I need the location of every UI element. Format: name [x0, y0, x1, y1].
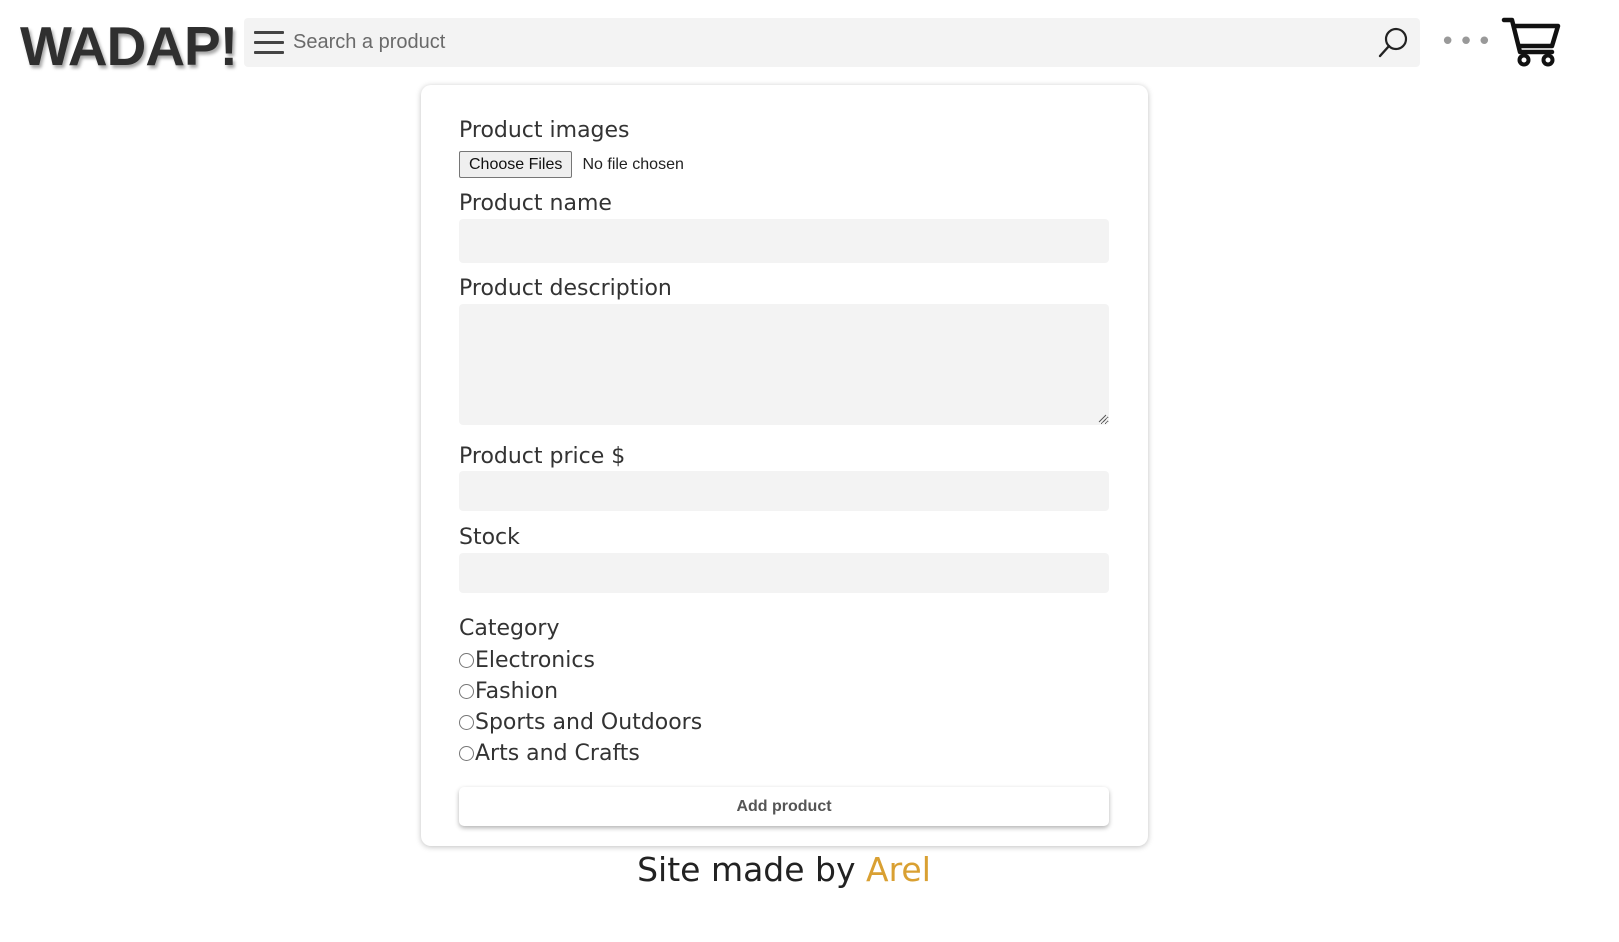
more-icon[interactable]: ••• — [1440, 29, 1492, 55]
radio-button[interactable] — [459, 715, 474, 730]
category-label: Category — [459, 616, 560, 641]
product-description-textarea[interactable] — [459, 304, 1109, 425]
product-name-input[interactable] — [459, 219, 1109, 263]
category-option-sports-and-outdoors[interactable]: Sports and Outdoors — [459, 707, 702, 738]
site-logo[interactable]: WADAP! — [20, 16, 238, 76]
stock-input[interactable] — [459, 553, 1109, 593]
choose-files-button[interactable]: Choose Files — [459, 151, 573, 178]
stock-label: Stock — [459, 525, 520, 550]
author-link[interactable]: Arel — [866, 850, 931, 889]
category-option-label: Arts and Crafts — [475, 740, 640, 766]
search-input[interactable] — [293, 25, 1363, 59]
category-option-fashion[interactable]: Fashion — [459, 676, 558, 707]
product-name-label: Product name — [459, 191, 612, 216]
file-status-text: No file chosen — [582, 155, 684, 173]
footer-text: Site made by — [637, 850, 867, 889]
product-price-input[interactable] — [459, 471, 1109, 511]
radio-button[interactable] — [459, 684, 474, 699]
cart-icon[interactable] — [1500, 16, 1562, 68]
site-footer: Site made by Arel — [0, 848, 1568, 892]
product-price-label: Product price $ — [459, 444, 626, 469]
site-header: WADAP! ••• — [0, 0, 1619, 86]
category-option-label: Fashion — [475, 678, 559, 704]
product-description-wrapper — [459, 304, 1109, 425]
search-bar — [244, 18, 1420, 67]
category-option-label: Sports and Outdoors — [475, 709, 703, 735]
resize-handle-icon[interactable] — [1097, 413, 1107, 423]
category-option-arts-and-crafts[interactable]: Arts and Crafts — [459, 738, 640, 769]
menu-icon[interactable] — [254, 30, 284, 55]
product-description-label: Product description — [459, 276, 672, 301]
product-images-field: Choose Files No file chosen — [459, 151, 684, 179]
add-product-form: Product images Choose Files No file chos… — [421, 85, 1148, 846]
search-icon[interactable] — [1377, 25, 1411, 59]
radio-button[interactable] — [459, 746, 474, 761]
product-images-label: Product images — [459, 118, 630, 143]
radio-button[interactable] — [459, 653, 474, 668]
category-option-electronics[interactable]: Electronics — [459, 645, 595, 676]
category-option-label: Electronics — [475, 647, 595, 673]
add-product-button[interactable]: Add product — [459, 787, 1109, 826]
